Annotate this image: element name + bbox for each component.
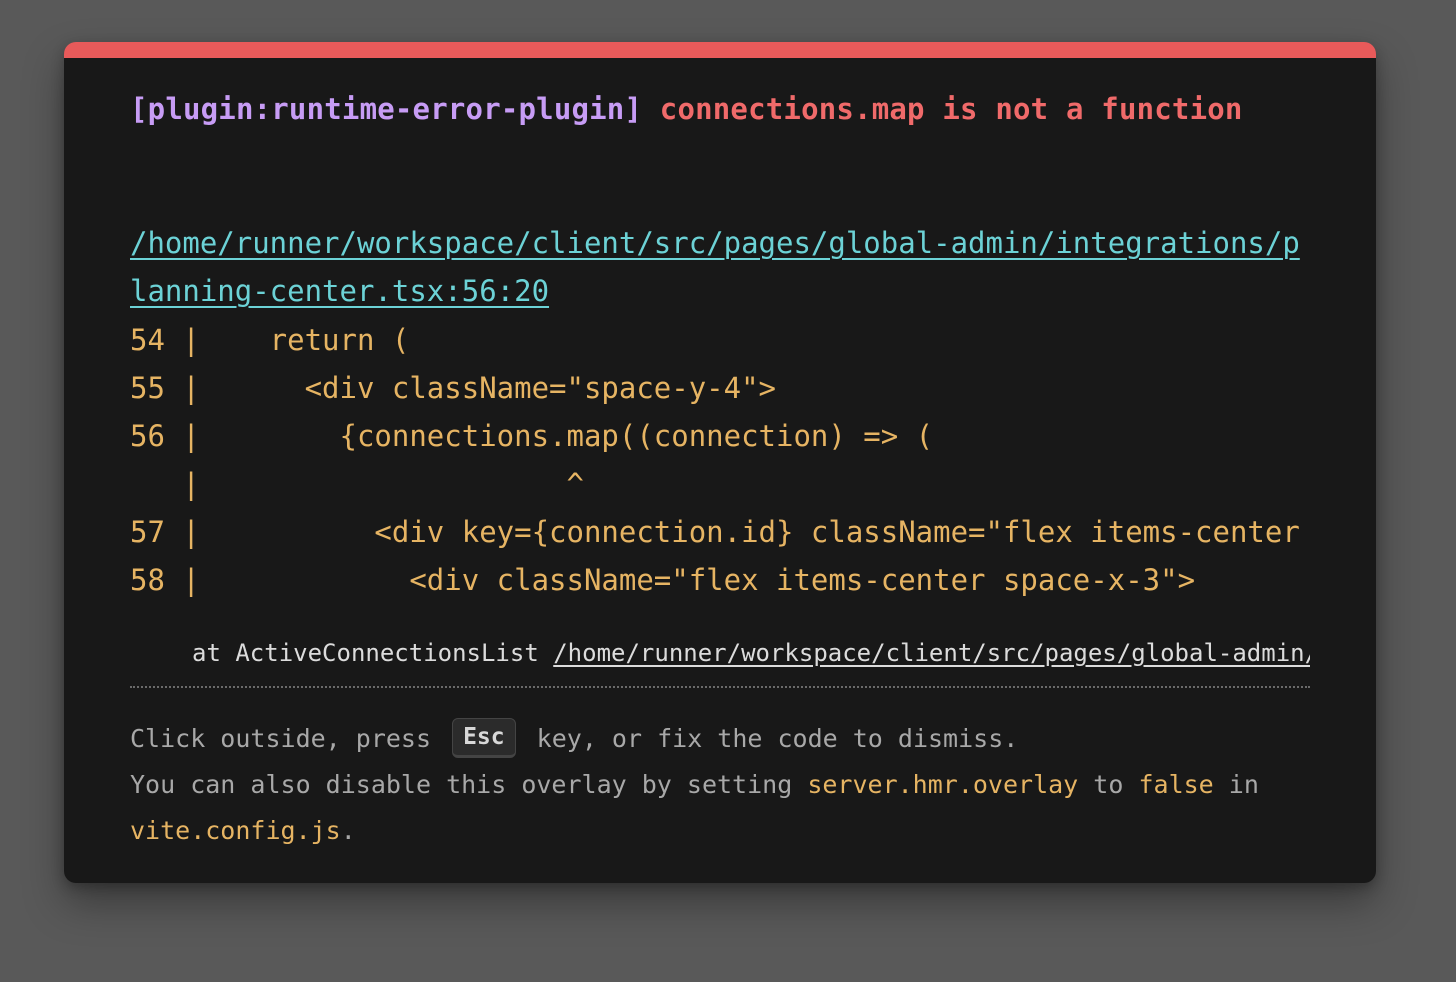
error-message: [plugin:runtime-error-plugin] connection… — [130, 88, 1310, 130]
tip-text: key, or fix the code to dismiss. — [521, 724, 1019, 753]
tip-text: You can also disable this overlay by set… — [130, 770, 808, 799]
tip-text: . — [340, 816, 356, 845]
stack-file-link[interactable]: /home/runner/workspace/client/src/pages/… — [553, 639, 1310, 667]
code-frame-caret-line: | ^ — [130, 467, 584, 501]
esc-key-badge: Esc — [452, 718, 516, 758]
stack-function: at ActiveConnectionsList — [192, 639, 554, 667]
code-frame-line: 58 | <div className="flex items-center s… — [130, 563, 1196, 597]
error-overlay: [plugin:runtime-error-plugin] connection… — [64, 42, 1376, 883]
dismiss-tip-line-3: vite.config.js. — [130, 808, 1310, 854]
code-frame: 54 | return ( 55 | <div className="space… — [130, 316, 1310, 604]
tip-text: to — [1078, 770, 1139, 799]
divider — [130, 686, 1310, 688]
dismiss-tip: Click outside, press Esc key, or fix the… — [130, 716, 1310, 854]
config-file-code: vite.config.js — [130, 816, 341, 845]
code-frame-line: 56 | {connections.map((connection) => ( — [130, 419, 934, 453]
code-frame-line: 54 | return ( — [130, 323, 410, 357]
error-text: connections.map is not a function — [659, 92, 1243, 126]
dismiss-tip-line-2: You can also disable this overlay by set… — [130, 762, 1310, 808]
error-file-link[interactable]: /home/runner/workspace/client/src/pages/… — [130, 219, 1310, 315]
stack-trace: at ActiveConnectionsList /home/runner/wo… — [192, 636, 1310, 670]
code-frame-line: 57 | <div key={connection.id} className=… — [130, 515, 1300, 549]
plugin-label: [plugin:runtime-error-plugin] — [130, 92, 643, 126]
tip-text: Click outside, press — [130, 724, 447, 753]
code-frame-line: 55 | <div className="space-y-4"> — [130, 371, 777, 405]
overlay-setting-code: server.hmr.overlay — [807, 770, 1079, 799]
dismiss-tip-line-1: Click outside, press Esc key, or fix the… — [130, 716, 1310, 762]
false-value-code: false — [1138, 770, 1214, 799]
tip-text: in — [1213, 770, 1259, 799]
